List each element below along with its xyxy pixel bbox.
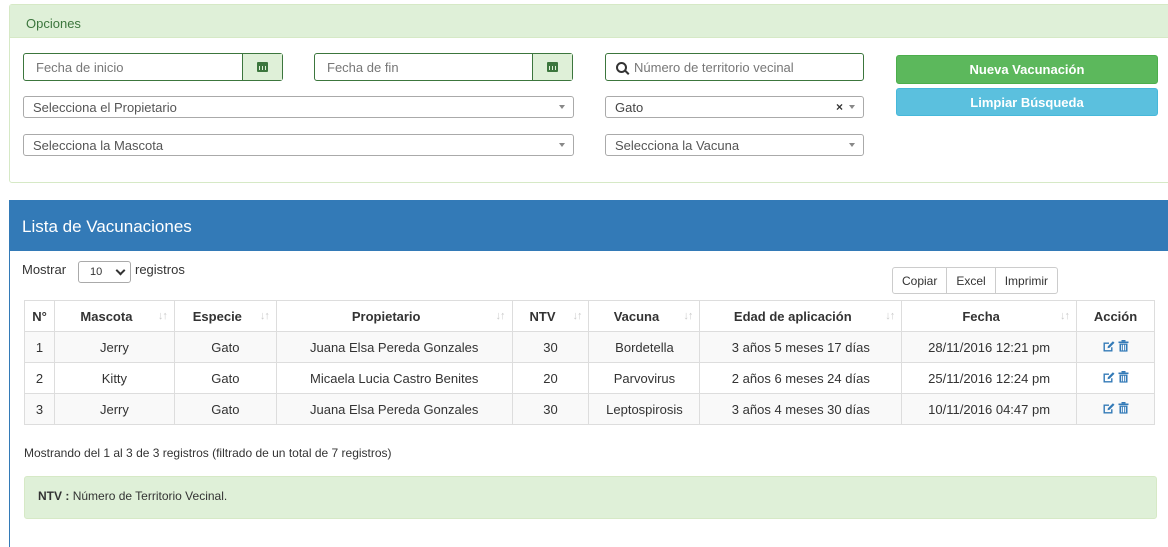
sort-icon: ↓↑ bbox=[157, 310, 168, 322]
vaccinations-table: N° Mascota ↓↑ Especie ↓↑ Propietario ↓↑ NTV… bbox=[24, 300, 1155, 425]
table-info: Mostrando del 1 al 3 de 3 registros (fil… bbox=[24, 446, 392, 460]
cell-action bbox=[1076, 393, 1155, 425]
sort-icon: ↓↑ bbox=[572, 310, 582, 322]
cell-action bbox=[1076, 362, 1155, 394]
records-label: registros bbox=[135, 262, 185, 277]
cell-number: 2 bbox=[24, 362, 55, 394]
calendar-icon bbox=[257, 62, 268, 72]
owner-select[interactable]: Selecciona el Propietario bbox=[23, 96, 574, 118]
cell-action bbox=[1076, 331, 1155, 363]
edit-icon[interactable] bbox=[1102, 340, 1115, 352]
vaccine-select-value: Selecciona la Vacuna bbox=[615, 137, 740, 153]
print-button[interactable]: Imprimir bbox=[994, 267, 1059, 294]
caret-down-icon bbox=[849, 105, 855, 109]
clear-search-button[interactable]: Limpiar Búsqueda bbox=[896, 88, 1158, 116]
cell-pet: Jerry bbox=[53, 393, 175, 425]
calendar-icon bbox=[547, 62, 558, 72]
copy-button[interactable]: Copiar bbox=[892, 267, 948, 294]
cell-date: 28/11/2016 12:21 pm bbox=[901, 331, 1077, 363]
new-vaccination-button[interactable]: Nueva Vacunación bbox=[896, 55, 1158, 84]
export-button-group: Copiar Excel Imprimir bbox=[892, 267, 1059, 294]
caret-down-icon bbox=[849, 143, 855, 147]
trash-icon[interactable] bbox=[1118, 370, 1129, 383]
ntv-note: NTV : Número de Territorio Vecinal. bbox=[24, 476, 1157, 519]
edit-icon[interactable] bbox=[1102, 402, 1115, 414]
column-header-species[interactable]: Especie ↓↑ bbox=[173, 300, 277, 332]
cell-number: 1 bbox=[24, 331, 55, 363]
cell-vaccine: Bordetella bbox=[588, 331, 701, 363]
end-date-input[interactable] bbox=[315, 54, 532, 80]
vaccine-select[interactable]: Selecciona la Vacuna bbox=[605, 134, 864, 156]
show-label: Mostrar bbox=[22, 262, 67, 277]
column-header-vaccine[interactable]: Vacuna ↓↑ bbox=[588, 300, 701, 332]
cell-date: 25/11/2016 12:24 pm bbox=[901, 362, 1077, 394]
cell-pet: Jerry bbox=[53, 331, 175, 363]
search-icon bbox=[616, 61, 627, 73]
sort-icon: ↓↑ bbox=[885, 310, 895, 322]
table-row: 1 Jerry Gato Juana Elsa Pereda Gonzales … bbox=[24, 331, 1155, 363]
species-select-value: Gato bbox=[615, 99, 644, 115]
pet-select[interactable]: Selecciona la Mascota bbox=[23, 134, 574, 156]
cell-species: Gato bbox=[173, 393, 277, 425]
ntv-note-label: NTV : bbox=[38, 489, 70, 503]
chevron-down-icon bbox=[115, 265, 126, 275]
territory-search-group bbox=[605, 53, 864, 81]
excel-button[interactable]: Excel bbox=[946, 267, 996, 294]
column-header-pet[interactable]: Mascota ↓↑ bbox=[53, 300, 175, 332]
ntv-note-text: Número de Territorio Vecinal. bbox=[72, 489, 228, 503]
table-row: 2 Kitty Gato Micaela Lucia Castro Benite… bbox=[24, 362, 1155, 394]
cell-age: 3 años 5 meses 17 días bbox=[699, 331, 903, 363]
cell-pet: Kitty bbox=[53, 362, 175, 394]
cell-ntv: 20 bbox=[511, 362, 590, 394]
sort-icon: ↓↑ bbox=[259, 310, 270, 322]
vaccinations-panel-title: Lista de Vacunaciones bbox=[10, 200, 1168, 251]
options-panel-title: Opciones bbox=[10, 5, 1168, 38]
start-date-input[interactable] bbox=[24, 54, 242, 80]
pet-select-value: Selecciona la Mascota bbox=[33, 137, 164, 153]
start-date-calendar-button[interactable] bbox=[242, 54, 282, 80]
column-header-date[interactable]: Fecha ↓↑ bbox=[901, 300, 1077, 332]
cell-owner: Juana Elsa Pereda Gonzales bbox=[275, 393, 513, 425]
end-date-group bbox=[314, 53, 573, 81]
cell-owner: Juana Elsa Pereda Gonzales bbox=[275, 331, 513, 363]
trash-icon[interactable] bbox=[1118, 401, 1129, 414]
cell-age: 2 años 6 meses 24 días bbox=[699, 362, 903, 394]
page-size-select[interactable]: 10 bbox=[78, 261, 131, 283]
caret-down-icon bbox=[559, 105, 565, 109]
start-date-group bbox=[23, 53, 283, 81]
sort-icon: ↓↑ bbox=[495, 310, 506, 322]
owner-select-value: Selecciona el Propietario bbox=[33, 99, 177, 115]
species-select[interactable]: Gato × bbox=[605, 96, 864, 118]
sort-icon: ↓↑ bbox=[683, 310, 693, 322]
cell-owner: Micaela Lucia Castro Benites bbox=[275, 362, 513, 394]
sort-icon: ↓↑ bbox=[1060, 310, 1070, 322]
column-header-action: Acción bbox=[1076, 300, 1155, 332]
page-size-value: 10 bbox=[90, 266, 103, 278]
column-header-owner[interactable]: Propietario ↓↑ bbox=[275, 300, 513, 332]
cell-number: 3 bbox=[24, 393, 55, 425]
cell-vaccine: Parvovirus bbox=[588, 362, 701, 394]
end-date-calendar-button[interactable] bbox=[532, 54, 572, 80]
cell-ntv: 30 bbox=[511, 393, 590, 425]
caret-down-icon bbox=[559, 143, 565, 147]
cell-date: 10/11/2016 04:47 pm bbox=[901, 393, 1077, 425]
table-header-row: N° Mascota ↓↑ Especie ↓↑ Propietario ↓↑ NTV… bbox=[24, 300, 1155, 332]
cell-ntv: 30 bbox=[511, 331, 590, 363]
column-header-ntv[interactable]: NTV ↓↑ bbox=[511, 300, 590, 332]
trash-icon[interactable] bbox=[1118, 339, 1129, 352]
column-header-age[interactable]: Edad de aplicación ↓↑ bbox=[699, 300, 903, 332]
cell-vaccine: Leptospirosis bbox=[588, 393, 701, 425]
vaccinations-panel: Lista de Vacunaciones Mostrar 10 registr… bbox=[9, 200, 1168, 547]
clear-selection-icon[interactable]: × bbox=[836, 100, 843, 114]
table-row: 3 Jerry Gato Juana Elsa Pereda Gonzales … bbox=[24, 393, 1155, 425]
cell-species: Gato bbox=[173, 362, 277, 394]
edit-icon[interactable] bbox=[1102, 371, 1115, 383]
cell-species: Gato bbox=[173, 331, 277, 363]
column-header-number: N° bbox=[24, 300, 55, 332]
territory-search-input[interactable] bbox=[634, 59, 863, 75]
cell-age: 3 años 4 meses 30 días bbox=[699, 393, 903, 425]
